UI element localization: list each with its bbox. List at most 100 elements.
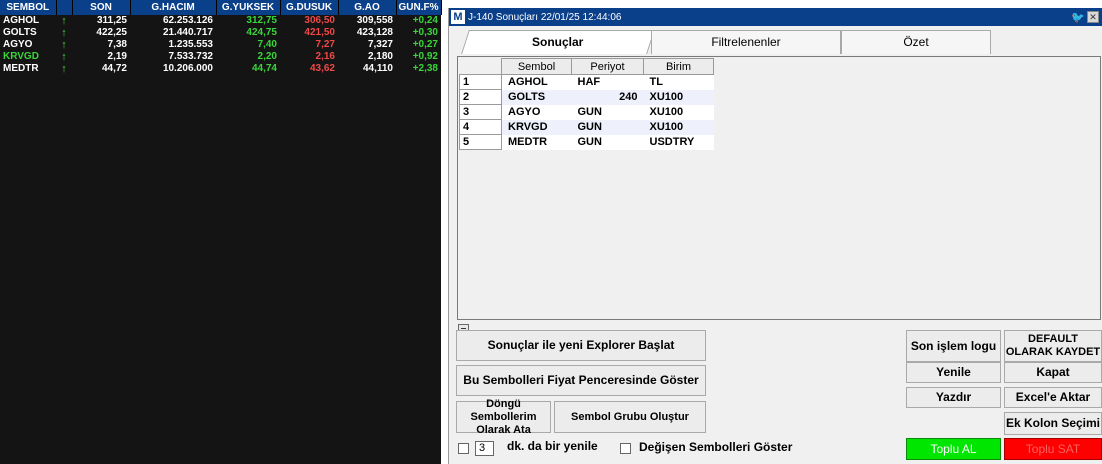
market-table: SEMBOL SON G.HACIM G.YUKSEK G.DUSUK G.AO…: [0, 0, 442, 75]
tab-sonuclar[interactable]: Sonuçlar: [461, 30, 655, 54]
col-g-dusuk[interactable]: G.DUSUK: [280, 0, 339, 15]
market-row[interactable]: MEDTR ↑ 44,72 10.206.000 44,74 43,62 44,…: [0, 63, 441, 75]
periyot-cell: 240: [571, 89, 644, 105]
up-arrow-icon: ↑: [61, 15, 67, 27]
col-g-yuksek[interactable]: G.YUKSEK: [216, 0, 281, 15]
market-watch-panel: SEMBOL SON G.HACIM G.YUKSEK G.DUSUK G.AO…: [0, 0, 442, 464]
bulk-buy-button[interactable]: Toplu AL: [906, 438, 1001, 460]
ao-cell: 2,180: [367, 51, 393, 62]
up-arrow-icon: ↑: [61, 63, 67, 75]
periyot-cell: GUN: [571, 119, 644, 135]
results-grid[interactable]: Sembol Periyot Birim 1 AGHOL HAF TL 2 GO…: [457, 56, 1101, 320]
up-arrow-icon: ↑: [61, 39, 67, 51]
save-as-default-button[interactable]: DEFAULT OLARAK KAYDET: [1004, 330, 1102, 362]
col-son[interactable]: SON: [72, 0, 131, 15]
hacim-cell: 1.235.553: [168, 39, 214, 50]
bulk-sell-button[interactable]: Toplu SAT: [1004, 438, 1102, 460]
son-cell: 311,25: [96, 15, 127, 26]
app-logo: M: [451, 10, 465, 24]
market-header-row: SEMBOL SON G.HACIM G.YUKSEK G.DUSUK G.AO…: [0, 0, 442, 15]
birim-cell: XU100: [643, 104, 714, 120]
gunf-cell: +0,30: [412, 27, 438, 38]
hacim-cell: 21.440.717: [162, 27, 213, 38]
changed-symbols-checkbox[interactable]: [620, 443, 631, 454]
hacim-cell: 62.253.126: [162, 15, 213, 26]
yuksek-cell: 2,20: [257, 51, 277, 62]
col-g-hacim[interactable]: G.HACIM: [130, 0, 217, 15]
hacim-cell: 10.206.000: [162, 63, 213, 74]
show-in-price-window-button[interactable]: Bu Sembolleri Fiyat Penceresinde Göster: [456, 365, 706, 396]
dusuk-cell: 2,16: [315, 51, 335, 62]
gunf-cell: +0,24: [412, 15, 438, 26]
row-number: 1: [459, 74, 502, 90]
print-button[interactable]: Yazdır: [906, 387, 1001, 408]
grid-corner: [459, 58, 502, 75]
col-gun-f[interactable]: GUN.F%: [396, 0, 442, 15]
export-excel-button[interactable]: Excel'e Aktar: [1004, 387, 1102, 408]
table-row[interactable]: 3 AGYO GUN XU100: [459, 104, 714, 120]
col-sembol-header[interactable]: Sembol: [501, 58, 572, 75]
dusuk-cell: 7,27: [315, 39, 335, 50]
title-bar[interactable]: M J-140 Sonuçları 22/01/25 12:44:06 🐦 ✕: [449, 8, 1102, 26]
symbol-cell: AGHOL: [3, 15, 40, 26]
table-row[interactable]: 4 KRVGD GUN XU100: [459, 119, 714, 135]
birim-cell: XU100: [643, 89, 714, 105]
gunf-cell: +0,27: [412, 39, 438, 50]
start-explorer-button[interactable]: Sonuçlar ile yeni Explorer Başlat: [456, 330, 706, 361]
col-g-ao[interactable]: G.AO: [338, 0, 397, 15]
market-row[interactable]: GOLTS ↑ 422,25 21.440.717 424,75 421,50 …: [0, 27, 441, 39]
twitter-bird-icon[interactable]: 🐦: [1071, 11, 1085, 24]
last-trade-log-button[interactable]: Son işlem logu: [906, 330, 1001, 362]
dusuk-cell: 306,50: [304, 15, 335, 26]
sembol-cell: AGHOL: [501, 74, 572, 90]
gunf-cell: +2,38: [412, 63, 438, 74]
market-row[interactable]: AGYO ↑ 7,38 1.235.553 7,40 7,27 7,327 +0…: [0, 39, 441, 51]
refresh-minutes-input[interactable]: 3: [475, 441, 494, 456]
market-row[interactable]: KRVGD ↑ 2,19 7.533.732 2,20 2,16 2,180 +…: [0, 51, 441, 63]
yuksek-cell: 7,40: [257, 39, 277, 50]
son-cell: 44,72: [101, 63, 127, 74]
col-arrow[interactable]: [56, 0, 73, 15]
ao-cell: 44,110: [362, 63, 393, 74]
symbol-cell: AGYO: [3, 39, 33, 50]
row-number: 4: [459, 119, 502, 135]
close-button[interactable]: Kapat: [1004, 362, 1102, 383]
son-cell: 422,25: [96, 27, 127, 38]
ao-cell: 423,128: [356, 27, 393, 38]
sembol-cell: MEDTR: [501, 134, 572, 150]
symbol-cell: MEDTR: [3, 63, 39, 74]
refresh-label: dk. da bir yenile: [507, 439, 598, 453]
changed-symbols-label: Değişen Sembolleri Göster: [639, 440, 793, 454]
yuksek-cell: 424,75: [246, 27, 277, 38]
assign-loop-symbols-button[interactable]: Döngü Sembollerim Olarak Ata: [456, 398, 551, 436]
row-number: 3: [459, 104, 502, 120]
refresh-button[interactable]: Yenile: [906, 362, 1001, 383]
dusuk-cell: 43,62: [309, 63, 335, 74]
hacim-cell: 7.533.732: [168, 51, 214, 62]
market-row[interactable]: AGHOL ↑ 311,25 62.253.126 312,75 306,50 …: [0, 15, 441, 27]
periyot-cell: GUN: [571, 104, 644, 120]
row-number: 5: [459, 134, 502, 150]
symbol-cell: GOLTS: [3, 27, 37, 38]
yuksek-cell: 44,74: [251, 63, 277, 74]
col-sembol[interactable]: SEMBOL: [0, 0, 57, 15]
sembol-cell: KRVGD: [501, 119, 572, 135]
create-symbol-group-button[interactable]: Sembol Grubu Oluştur: [554, 401, 706, 433]
table-row[interactable]: 1 AGHOL HAF TL: [459, 74, 714, 90]
results-window: M J-140 Sonuçları 22/01/25 12:44:06 🐦 ✕ …: [448, 8, 1102, 464]
extra-column-select-button[interactable]: Ek Kolon Seçimi: [1004, 412, 1102, 435]
sembol-cell: GOLTS: [501, 89, 572, 105]
dusuk-cell: 421,50: [304, 27, 335, 38]
close-icon[interactable]: ✕: [1087, 11, 1099, 23]
tab-ozet[interactable]: Özet: [841, 30, 991, 54]
col-periyot-header[interactable]: Periyot: [571, 58, 644, 75]
col-birim-header[interactable]: Birim: [643, 58, 714, 75]
table-row[interactable]: 2 GOLTS 240 XU100: [459, 89, 714, 105]
periyot-cell: GUN: [571, 134, 644, 150]
table-row[interactable]: 5 MEDTR GUN USDTRY: [459, 134, 714, 150]
tab-filtrelenenler[interactable]: Filtrelenenler: [651, 30, 841, 54]
ao-cell: 309,558: [356, 15, 393, 26]
up-arrow-icon: ↑: [61, 51, 67, 63]
auto-refresh-checkbox[interactable]: [458, 443, 469, 454]
ao-cell: 7,327: [367, 39, 393, 50]
